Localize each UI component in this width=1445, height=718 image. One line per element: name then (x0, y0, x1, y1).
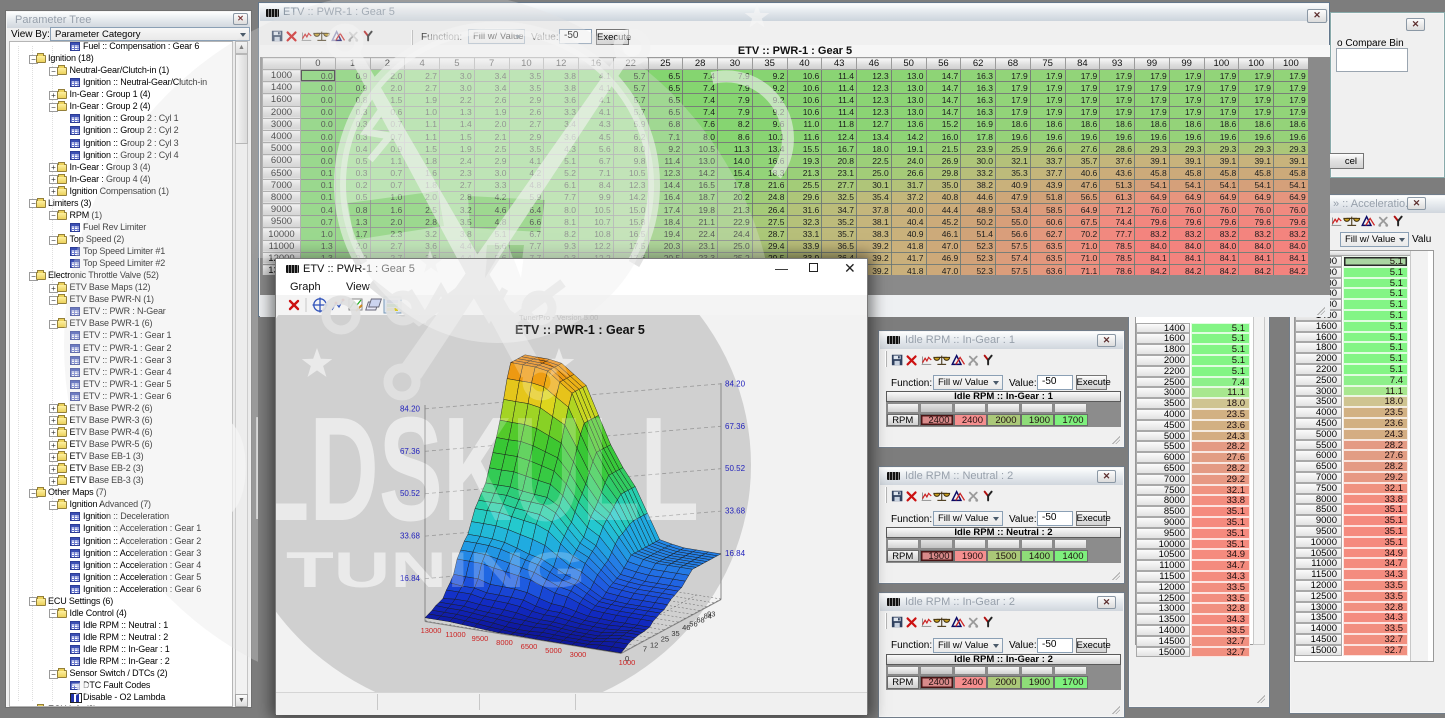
svg-text:0: 0 (625, 654, 629, 663)
svg-text:67.36: 67.36 (400, 447, 421, 456)
svg-text:12: 12 (650, 641, 658, 650)
svg-text:84.20: 84.20 (400, 404, 421, 413)
svg-text:84.20: 84.20 (725, 379, 746, 388)
svg-text:33.68: 33.68 (725, 507, 746, 516)
svg-text:33.68: 33.68 (400, 532, 421, 541)
svg-text:67.36: 67.36 (725, 422, 746, 431)
svg-text:9500: 9500 (472, 634, 489, 643)
svg-text:13000: 13000 (421, 626, 442, 635)
svg-text:7: 7 (643, 644, 647, 653)
svg-text:35: 35 (671, 629, 679, 638)
svg-text:25: 25 (661, 635, 669, 644)
svg-text:50.52: 50.52 (725, 464, 746, 473)
svg-text:16.84: 16.84 (725, 549, 746, 558)
svg-text:93: 93 (707, 610, 715, 619)
svg-text:3000: 3000 (570, 650, 587, 659)
svg-text:5000: 5000 (545, 646, 562, 655)
svg-text:11000: 11000 (445, 630, 465, 639)
svg-text:6500: 6500 (521, 642, 538, 651)
svg-text:16.84: 16.84 (400, 574, 421, 583)
svg-text:50.52: 50.52 (400, 489, 421, 498)
svg-text:8000: 8000 (496, 638, 513, 647)
